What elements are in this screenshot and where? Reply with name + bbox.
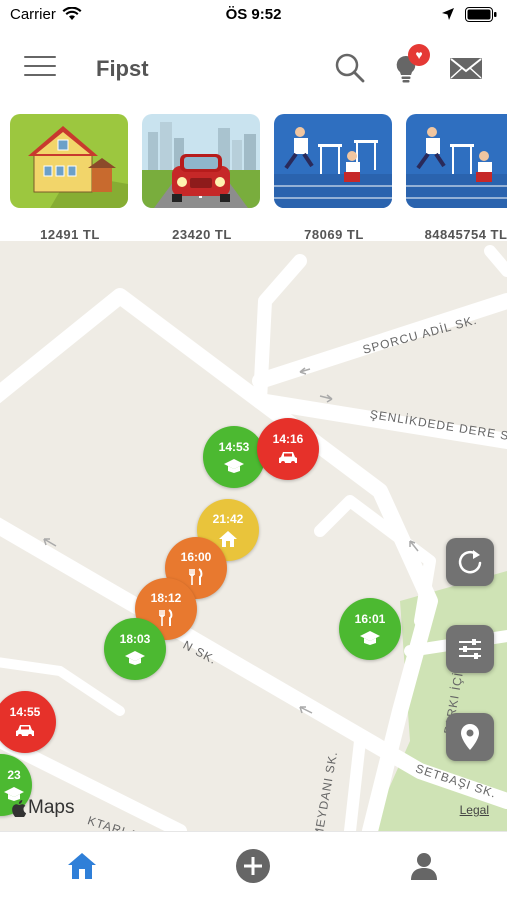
hurdle-race-image xyxy=(406,114,507,208)
tab-home[interactable] xyxy=(62,848,102,884)
notifications-button[interactable]: ♥ xyxy=(388,44,430,86)
envelope-icon xyxy=(450,58,482,79)
location-arrow-icon xyxy=(442,8,454,20)
pin-time: 16:01 xyxy=(354,612,386,626)
graduation-cap-icon xyxy=(125,651,145,665)
legal-link[interactable]: Legal xyxy=(460,803,489,817)
category-item-car[interactable]: 23420 TL xyxy=(142,114,262,240)
map-pin[interactable]: 16:01 xyxy=(339,598,401,660)
menu-line xyxy=(24,65,56,67)
wifi-icon xyxy=(62,7,82,20)
app-title: Fipst xyxy=(96,56,149,81)
notification-badge: ♥ xyxy=(408,44,430,66)
category-item-hurdle-race[interactable]: 78069 TL xyxy=(274,114,394,240)
home-icon xyxy=(219,531,237,547)
tab-profile[interactable] xyxy=(404,848,444,884)
apple-logo-icon xyxy=(12,799,26,817)
refresh-button[interactable] xyxy=(446,538,494,586)
graduation-cap-icon xyxy=(360,631,380,645)
tab-bar xyxy=(0,831,507,900)
category-strip[interactable]: 12491 TL 23420 TL 78069 TL 84845754 TL xyxy=(0,112,507,240)
location-button[interactable] xyxy=(446,713,494,761)
car-icon xyxy=(279,452,297,465)
map-view[interactable]: SPORCU ADİL SK. ŞENLİKDEDE DERE S SETBAŞ… xyxy=(0,241,507,831)
status-bar: Carrier ÖS 9:52 xyxy=(0,0,507,28)
map-pin[interactable]: 14:53 xyxy=(203,426,265,488)
map-pin[interactable]: 18:03 xyxy=(104,618,166,680)
maps-label: Maps xyxy=(28,797,75,818)
pin-time: 14:55 xyxy=(9,705,41,719)
pin-time: 23 xyxy=(7,768,21,782)
car-image xyxy=(142,114,260,208)
category-item-hurdle-race[interactable]: 84845754 TL xyxy=(406,114,507,240)
status-right xyxy=(441,6,497,22)
carrier-label: Carrier xyxy=(10,5,56,23)
menu-line xyxy=(24,56,56,58)
pin-time: 18:12 xyxy=(150,591,182,605)
hurdle-race-image xyxy=(274,114,392,208)
search-icon xyxy=(335,53,365,83)
fork-knife-icon xyxy=(159,609,173,626)
pin-time: 16:00 xyxy=(180,550,212,564)
status-left: Carrier xyxy=(10,6,82,23)
map-marker-icon xyxy=(461,724,479,750)
fork-knife-icon xyxy=(189,568,203,585)
pin-time: 14:53 xyxy=(218,440,250,454)
maps-attribution: Maps xyxy=(12,797,74,819)
add-icon xyxy=(236,849,270,883)
house-image xyxy=(10,114,128,208)
messages-button[interactable] xyxy=(448,50,484,86)
map-pin[interactable]: 14:16 xyxy=(257,418,319,480)
menu-line xyxy=(24,74,56,76)
graduation-cap-icon xyxy=(224,459,244,473)
hamburger-menu-button[interactable] xyxy=(24,56,56,80)
profile-icon xyxy=(411,853,437,880)
sliders-icon xyxy=(459,639,481,659)
pin-time: 21:42 xyxy=(212,512,244,526)
category-price: 78069 TL xyxy=(304,227,364,240)
app-header: Fipst ♥ xyxy=(0,36,507,100)
filter-button[interactable] xyxy=(446,625,494,673)
pin-time: 14:16 xyxy=(272,432,304,446)
category-price: 23420 TL xyxy=(172,227,232,240)
category-item-house[interactable]: 12491 TL xyxy=(10,114,130,240)
category-price: 84845754 TL xyxy=(424,227,507,240)
category-price: 12491 TL xyxy=(40,227,100,240)
home-icon xyxy=(68,853,96,879)
refresh-icon xyxy=(458,550,482,574)
battery-icon xyxy=(465,6,497,22)
tab-add[interactable] xyxy=(233,848,273,884)
status-time: ÖS 9:52 xyxy=(225,5,282,23)
car-icon xyxy=(16,725,34,738)
pin-time: 18:03 xyxy=(119,632,151,646)
search-button[interactable] xyxy=(332,50,368,86)
